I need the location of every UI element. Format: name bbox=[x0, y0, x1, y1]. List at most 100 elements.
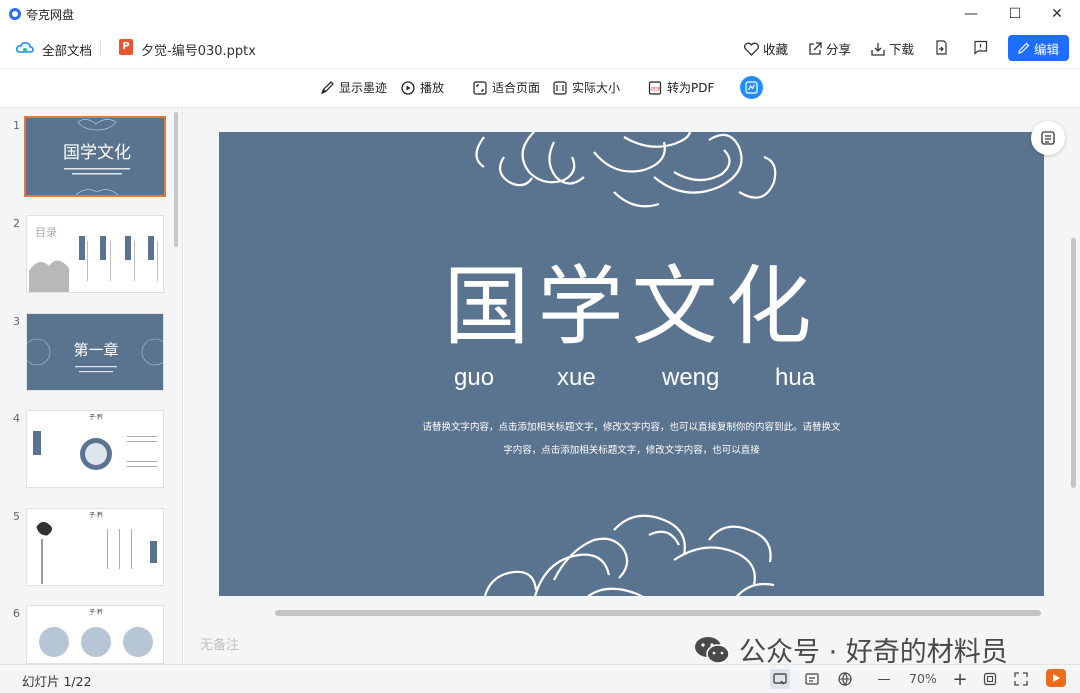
slide-pinyin-weng: weng bbox=[662, 364, 720, 391]
convert-to-pdf-button[interactable]: PDF 转为PDF bbox=[648, 79, 714, 96]
app-title: 夸克网盘 bbox=[26, 8, 75, 22]
convert-to-pdf-label: 转为PDF bbox=[667, 81, 715, 95]
thumbnail-number: 6 bbox=[13, 607, 20, 620]
slide-counter: 幻灯片 1/22 bbox=[22, 674, 92, 689]
download-button[interactable]: 下载 bbox=[871, 39, 914, 58]
divider bbox=[100, 41, 101, 55]
slide-body-text: 请替换文字内容，点击添加相关标题文字，修改文字内容，也可以直接复制你的内容到此。… bbox=[422, 422, 841, 433]
thumbnail-slide-2[interactable]: 目录 bbox=[26, 215, 164, 293]
edit-button[interactable]: 编辑 bbox=[1008, 35, 1069, 61]
thumbnail-number: 2 bbox=[13, 217, 20, 230]
fullscreen-button[interactable] bbox=[1011, 669, 1031, 689]
fit-page-icon bbox=[473, 80, 487, 95]
download-label: 下载 bbox=[889, 42, 915, 57]
thumb-title: 目录 bbox=[35, 226, 57, 239]
thumb-title: 国学文化 bbox=[63, 143, 131, 163]
feedback-icon[interactable] bbox=[973, 40, 988, 55]
slideshow-play-button[interactable] bbox=[1046, 669, 1066, 687]
show-ink-label: 显示墨迹 bbox=[339, 81, 388, 95]
slide-preview: 子·矜 bbox=[36, 511, 157, 584]
thumbnail-number: 4 bbox=[13, 412, 20, 425]
favorite-label: 收藏 bbox=[763, 42, 789, 57]
slide-preview: 第一章 bbox=[27, 338, 163, 373]
globe-icon bbox=[838, 672, 852, 686]
thumb-title: 第一章 bbox=[73, 341, 118, 359]
play-label: 播放 bbox=[420, 81, 445, 95]
notes-placeholder[interactable]: 无备注 bbox=[200, 634, 239, 653]
slide-preview: 子·矜 bbox=[39, 608, 153, 657]
slide-body-text: 字内容，点击添加相关标题文字，修改文字内容，也可以直接 bbox=[503, 445, 760, 456]
vertical-scrollbar[interactable] bbox=[1071, 238, 1076, 488]
notes-icon bbox=[805, 673, 819, 685]
share-button[interactable]: 分享 bbox=[808, 39, 851, 58]
fit-window-button[interactable] bbox=[980, 669, 1000, 689]
svg-text:PDF: PDF bbox=[651, 87, 661, 93]
share-icon bbox=[809, 41, 822, 55]
thumbnail-slide-6[interactable]: 子·矜 bbox=[26, 605, 164, 664]
horizontal-scrollbar[interactable] bbox=[275, 610, 1041, 616]
thumbnail-scrollbar[interactable] bbox=[174, 112, 178, 247]
fit-page-label: 适合页面 bbox=[492, 81, 541, 95]
slide-pinyin-xue: xue bbox=[557, 364, 596, 391]
notes-panel-icon bbox=[1041, 131, 1055, 145]
wechat-icon bbox=[695, 636, 730, 664]
thumbnail-number: 5 bbox=[13, 510, 20, 523]
fullscreen-icon bbox=[1014, 672, 1028, 686]
cloud-icon[interactable] bbox=[16, 40, 34, 56]
favorite-button[interactable]: 收藏 bbox=[744, 39, 788, 58]
file-name: 夕觉-编号030.pptx bbox=[141, 44, 256, 59]
share-label: 分享 bbox=[826, 42, 852, 57]
play-circle-icon bbox=[401, 80, 415, 95]
pencil-icon bbox=[1018, 42, 1030, 54]
current-slide: 国学文化 guo xue weng hua 请替换文字内容，点击添加相关标题文字… bbox=[219, 132, 1044, 596]
title-bar bbox=[0, 0, 1080, 28]
thumbnail-slide-3[interactable]: 第一章 bbox=[26, 313, 164, 391]
floral-ornament-bottom bbox=[483, 514, 775, 596]
notes-view-button[interactable] bbox=[802, 669, 822, 689]
export-icon[interactable] bbox=[934, 40, 948, 55]
slide-pinyin-guo: guo bbox=[454, 364, 495, 391]
slide-view-button[interactable] bbox=[770, 669, 790, 689]
ink-pen-icon bbox=[321, 80, 334, 94]
zoom-level[interactable]: 70% bbox=[909, 671, 937, 686]
slide-preview: 目录 bbox=[29, 226, 158, 292]
web-view-button[interactable] bbox=[835, 669, 855, 689]
fit-page-button[interactable]: 适合页面 bbox=[473, 79, 540, 96]
edit-label: 编辑 bbox=[1033, 41, 1059, 57]
thumbnail-slide-4[interactable]: 子·矜 bbox=[26, 410, 164, 488]
slide-tools-button[interactable] bbox=[1031, 121, 1065, 155]
maximize-button[interactable]: ☐ bbox=[992, 0, 1038, 28]
thumbnail-slide-1[interactable]: 国学文化 bbox=[24, 116, 166, 197]
slide-preview: 国学文化 bbox=[63, 119, 131, 195]
all-documents-link[interactable]: 全部文档 bbox=[42, 40, 92, 59]
thumbnail-number: 1 bbox=[13, 119, 20, 132]
ai-chart-icon bbox=[745, 81, 758, 94]
minimize-button[interactable]: — bbox=[948, 0, 994, 28]
app-logo-icon bbox=[9, 8, 21, 20]
zoom-in-button[interactable]: + bbox=[950, 669, 970, 690]
floral-ornament-top bbox=[475, 132, 777, 208]
thumbnail-number: 3 bbox=[13, 315, 20, 328]
play-icon bbox=[1053, 674, 1060, 682]
heart-icon bbox=[744, 42, 759, 56]
slide-preview: 子·矜 bbox=[33, 413, 157, 470]
actual-size-button[interactable]: 实际大小 bbox=[553, 79, 620, 96]
pdf-icon: PDF bbox=[648, 80, 662, 95]
ai-assistant-button[interactable] bbox=[740, 76, 763, 99]
slide-pinyin-hua: hua bbox=[775, 364, 816, 391]
actual-size-icon bbox=[553, 80, 567, 95]
slide-title: 国学文化 bbox=[443, 257, 820, 357]
thumbnail-slide-5[interactable]: 子·矜 bbox=[26, 508, 164, 586]
thumb-title: 子·矜 bbox=[89, 511, 103, 519]
pptx-file-icon: P bbox=[119, 39, 133, 55]
actual-size-label: 实际大小 bbox=[572, 81, 621, 95]
download-icon bbox=[871, 42, 885, 56]
thumb-title: 子·矜 bbox=[89, 413, 103, 421]
slide-view-icon bbox=[773, 673, 787, 685]
fit-window-icon bbox=[983, 672, 997, 686]
show-ink-button[interactable]: 显示墨迹 bbox=[320, 79, 387, 96]
close-button[interactable]: ✕ bbox=[1034, 0, 1080, 28]
thumb-title: 子·矜 bbox=[89, 608, 103, 616]
zoom-out-button[interactable]: — bbox=[874, 669, 894, 689]
play-button[interactable]: 播放 bbox=[401, 79, 444, 96]
